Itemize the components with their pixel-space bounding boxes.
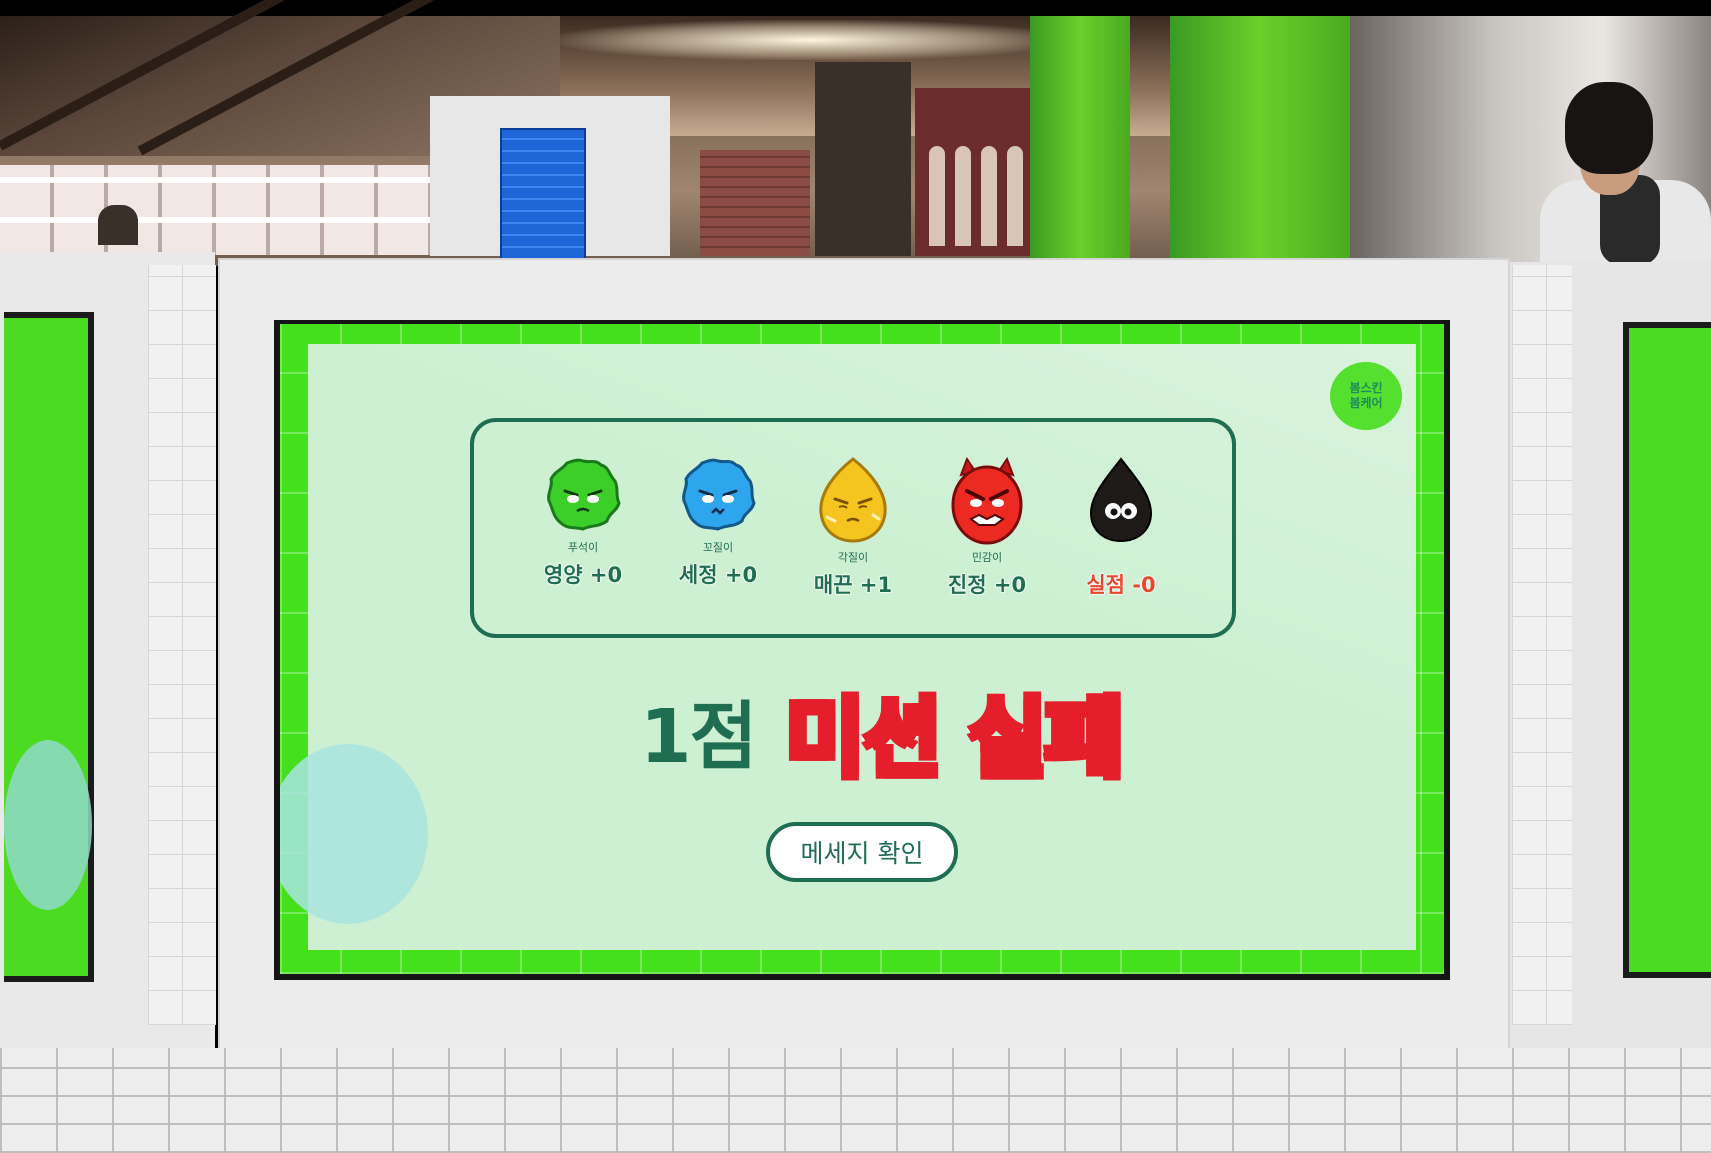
result-score: 1점 bbox=[640, 693, 758, 780]
character-gakjiri: 각질이 매끈 +1 bbox=[778, 455, 928, 615]
character-name: 각질이 bbox=[837, 551, 869, 564]
blue-fuzzy-character-icon bbox=[682, 458, 756, 531]
character-black-drop: 실점 -0 bbox=[1046, 455, 1196, 615]
character-name: 민감이 bbox=[971, 551, 1003, 564]
green-column-right bbox=[1170, 16, 1350, 261]
tile-wall-left bbox=[148, 265, 216, 1025]
brick-wall bbox=[700, 150, 810, 256]
message-check-button[interactable]: 메세지 확인 bbox=[766, 822, 958, 882]
yellow-drop-character-icon bbox=[819, 457, 887, 543]
display-shelves bbox=[0, 165, 440, 255]
tile-wall-right bbox=[1512, 265, 1572, 1025]
person-hair bbox=[1565, 82, 1653, 174]
green-fuzzy-character-icon bbox=[547, 458, 621, 531]
character-name bbox=[1046, 549, 1196, 563]
arched-wall bbox=[915, 88, 1035, 256]
tiled-floor bbox=[0, 1048, 1711, 1153]
logo-line-2: 봄케어 bbox=[1349, 396, 1383, 410]
character-stat: 매끈 +1 bbox=[813, 573, 893, 598]
side-screen-blob bbox=[4, 740, 92, 910]
character-stat: 진정 +0 bbox=[947, 573, 1027, 598]
result-mission-status: 미션 실패 bbox=[783, 686, 1126, 791]
side-screen-right bbox=[1623, 322, 1711, 978]
black-drop-character-icon bbox=[1089, 457, 1153, 543]
brand-logo-badge: 봄스킨 봄케어 bbox=[1330, 362, 1402, 430]
green-column-left bbox=[1030, 16, 1130, 261]
pool-tile-panel bbox=[500, 128, 586, 260]
character-name: 꼬질이 bbox=[702, 541, 734, 554]
photo-scene: 봄스킨 봄케어 푸석이 영양 +0 꼬질이 세정 +0 각질이 매끈 +1 민감… bbox=[0, 0, 1711, 1153]
logo-line-1: 봄스킨 bbox=[1349, 381, 1383, 395]
ceiling-light bbox=[560, 20, 1060, 60]
character-kkojiri: 꼬질이 세정 +0 bbox=[643, 455, 793, 615]
background-person bbox=[98, 205, 138, 245]
character-name: 푸석이 bbox=[567, 541, 599, 554]
character-stat: 세정 +0 bbox=[678, 563, 758, 588]
result-line: 1점 미션 실패 bbox=[640, 670, 1127, 791]
character-mingami: 민감이 진정 +0 bbox=[912, 455, 1062, 615]
character-stat: 영양 +0 bbox=[543, 563, 623, 588]
red-devil-character-icon bbox=[951, 456, 1023, 545]
dark-pillar bbox=[815, 62, 911, 256]
character-stat: 실점 -0 bbox=[1086, 573, 1156, 598]
character-pusugi: 푸석이 영양 +0 bbox=[508, 455, 658, 615]
